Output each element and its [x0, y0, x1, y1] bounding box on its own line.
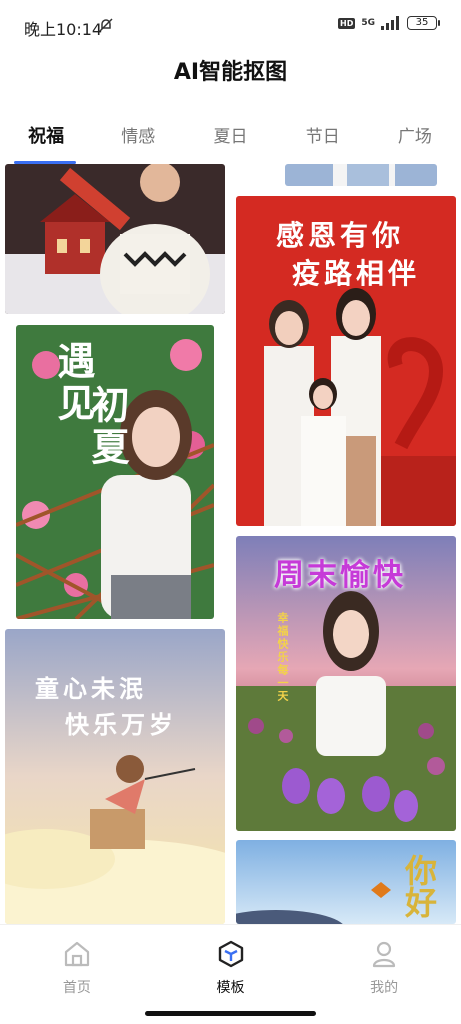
nav-home[interactable]: 首页 — [0, 925, 154, 1004]
nav-template-label: 模板 — [216, 980, 245, 996]
tab-label: 夏日 — [213, 127, 248, 147]
profile-icon — [373, 941, 396, 968]
bottom-navigation: 首页 模板 我的 — [0, 924, 461, 1004]
template-feed[interactable]: 遇见 初夏 童心未泯 快乐万岁 感恩有你 疫路相伴 周末愉快 幸福快乐每一天 你… — [0, 164, 461, 924]
weekend-side-text: 幸福快乐每一天 — [276, 612, 289, 703]
hello-text: 你好 — [400, 854, 438, 918]
nav-template[interactable]: 模板 — [154, 925, 308, 1004]
tab-label: 祝福 — [28, 126, 65, 147]
template-card-weekend[interactable]: 周末愉快 幸福快乐每一天 — [236, 536, 456, 831]
summer-title-line2: 初夏 — [85, 385, 130, 469]
tab-blessing[interactable]: 祝福 — [0, 114, 92, 164]
gratitude-title-line1: 感恩有你 — [276, 219, 405, 252]
tab-festival[interactable]: 节日 — [277, 114, 369, 164]
template-card-jeans[interactable] — [285, 164, 437, 186]
template-card-hello[interactable]: 你好 — [236, 840, 456, 924]
tab-summer[interactable]: 夏日 — [184, 114, 276, 164]
tab-square[interactable]: 广场 — [369, 114, 461, 164]
network-label: 5G — [361, 18, 375, 28]
weekend-title: 周末愉快 — [274, 558, 406, 593]
status-indicators: HD 5G 35 — [338, 16, 440, 30]
page-title: AI智能抠图 — [173, 60, 288, 85]
status-bar: 晚上10:14 HD 5G 35 — [0, 0, 461, 52]
nav-home-label: 首页 — [62, 980, 91, 996]
signal-icon — [381, 16, 399, 30]
jeans-photo — [285, 164, 437, 186]
tab-label: 节日 — [305, 127, 340, 147]
template-cube-icon — [218, 940, 243, 968]
mute-bell-icon — [99, 18, 113, 32]
template-card-summer[interactable]: 遇见 初夏 — [16, 325, 214, 619]
tab-label: 广场 — [397, 127, 432, 147]
category-tabs: 祝福 情感 夏日 节日 广场 — [0, 114, 461, 164]
childhood-title-line1: 童心未泯 — [35, 674, 147, 703]
winter-photo — [5, 164, 225, 314]
hd-badge: HD — [338, 17, 356, 29]
template-card-gratitude[interactable]: 感恩有你 疫路相伴 — [236, 196, 456, 526]
home-icon — [64, 941, 89, 967]
status-time: 晚上10:14 — [24, 20, 103, 39]
gratitude-title-line2: 疫路相伴 — [292, 257, 421, 290]
tab-emotion[interactable]: 情感 — [92, 114, 184, 164]
template-card-winter[interactable] — [5, 164, 225, 314]
home-indicator[interactable] — [145, 1011, 316, 1016]
nav-profile-label: 我的 — [370, 980, 399, 996]
tab-label: 情感 — [121, 127, 156, 147]
template-card-childhood[interactable]: 童心未泯 快乐万岁 — [5, 629, 225, 924]
battery-icon: 35 — [407, 16, 440, 30]
nav-profile[interactable]: 我的 — [307, 925, 461, 1004]
childhood-title-line2: 快乐万岁 — [65, 710, 177, 739]
